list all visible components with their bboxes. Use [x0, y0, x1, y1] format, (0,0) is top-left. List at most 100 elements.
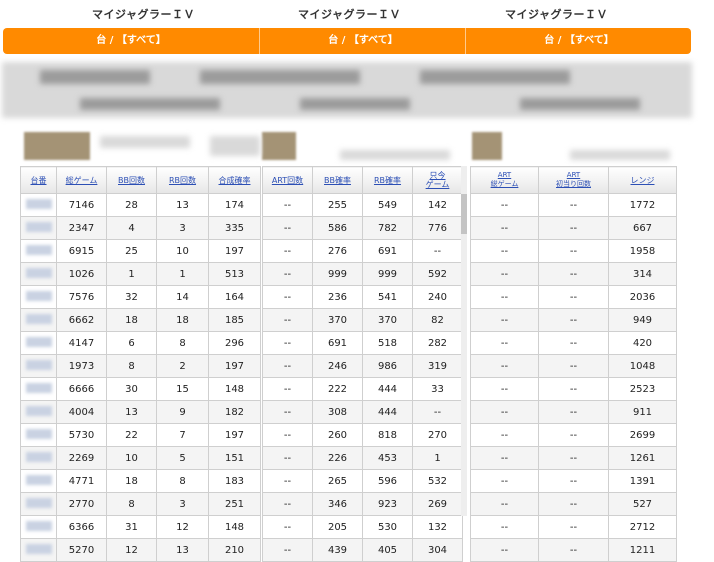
- col-header-id[interactable]: 台番: [20, 166, 57, 194]
- table-row: -- 999 999 592: [262, 262, 463, 286]
- table-cell: --: [538, 262, 609, 286]
- table-cell: 1026: [56, 262, 107, 286]
- table-cell: 13: [156, 193, 209, 217]
- machine-number-cell[interactable]: [20, 446, 57, 470]
- table-row: 2347 4 3 335: [20, 216, 261, 240]
- machine-number-cell[interactable]: [20, 377, 57, 401]
- scrollbar[interactable]: [461, 166, 467, 516]
- table-cell: 532: [412, 469, 463, 493]
- table-cell: 319: [412, 354, 463, 378]
- table-cell: 31: [106, 515, 157, 539]
- table-cell: 251: [208, 492, 261, 516]
- col-header-art-total-games[interactable]: ART 総ゲーム: [470, 166, 539, 194]
- table-row: -- 222 444 33: [262, 377, 463, 401]
- redacted-number: [25, 221, 52, 232]
- filter-button[interactable]: 台 / 【すべて】: [465, 28, 692, 54]
- table-cell: 8: [156, 331, 209, 355]
- machine-number-cell[interactable]: [20, 538, 57, 562]
- table-cell: 132: [412, 515, 463, 539]
- table-cell: 5730: [56, 423, 107, 447]
- machine-number-cell[interactable]: [20, 193, 57, 217]
- table-cell: --: [538, 446, 609, 470]
- col-header-bb-count[interactable]: BB回数: [106, 166, 157, 194]
- table-cell: 32: [106, 285, 157, 309]
- table-cell: 444: [362, 377, 413, 401]
- table-cell: 6366: [56, 515, 107, 539]
- table-cell: 2770: [56, 492, 107, 516]
- table-row: 6662 18 18 185: [20, 308, 261, 332]
- filter-button[interactable]: 台 / 【すべて】: [259, 28, 466, 54]
- table-row: -- -- 1958: [470, 239, 677, 263]
- machine-number-cell[interactable]: [20, 400, 57, 424]
- machine-number-cell[interactable]: [20, 423, 57, 447]
- table-cell: --: [470, 262, 539, 286]
- table-cell: 197: [208, 239, 261, 263]
- table-cell: --: [470, 538, 539, 562]
- table-cell: --: [262, 331, 313, 355]
- machine-number-cell[interactable]: [20, 262, 57, 286]
- table-cell: --: [538, 400, 609, 424]
- table-cell: 518: [362, 331, 413, 355]
- machine-number-cell[interactable]: [20, 239, 57, 263]
- table-cell: 439: [312, 538, 363, 562]
- table-cell: 14: [156, 285, 209, 309]
- table-cell: 4147: [56, 331, 107, 355]
- table-cell: 18: [156, 308, 209, 332]
- table-row: 4771 18 8 183: [20, 469, 261, 493]
- table-cell: 2699: [608, 423, 677, 447]
- table-cell: --: [538, 492, 609, 516]
- table-row: -- -- 1261: [470, 446, 677, 470]
- table-cell: --: [470, 423, 539, 447]
- table-row: 4004 13 9 182: [20, 400, 261, 424]
- table-cell: 240: [412, 285, 463, 309]
- table-cell: 2: [156, 354, 209, 378]
- table-cell: --: [470, 331, 539, 355]
- scrollbar-thumb[interactable]: [461, 194, 467, 234]
- machine-number-cell[interactable]: [20, 216, 57, 240]
- table-cell: 3: [156, 492, 209, 516]
- col-header-rb-count[interactable]: RB回数: [156, 166, 209, 194]
- filter-bar: 台 / 【すべて】 台 / 【すべて】 台 / 【すべて】: [3, 28, 691, 54]
- col-header-total-games[interactable]: 総ゲーム: [56, 166, 107, 194]
- table-cell: --: [470, 193, 539, 217]
- machine-number-cell[interactable]: [20, 492, 57, 516]
- table-row: 1973 8 2 197: [20, 354, 261, 378]
- table-cell: 226: [312, 446, 363, 470]
- table-cell: 185: [208, 308, 261, 332]
- col-header-range[interactable]: レンジ: [608, 166, 677, 194]
- table-cell: 2523: [608, 377, 677, 401]
- machine-number-cell[interactable]: [20, 515, 57, 539]
- table-cell: --: [262, 262, 313, 286]
- col-header-rb-rate[interactable]: RB確率: [362, 166, 413, 194]
- machine-number-cell[interactable]: [20, 331, 57, 355]
- table-row: -- -- 527: [470, 492, 677, 516]
- table-row: -- 226 453 1: [262, 446, 463, 470]
- table-row: -- 691 518 282: [262, 331, 463, 355]
- table-cell: 1: [106, 262, 157, 286]
- table-row: -- -- 1211: [470, 538, 677, 562]
- machine-number-cell[interactable]: [20, 354, 57, 378]
- col-header-current-game[interactable]: 只今 ゲーム: [412, 166, 463, 194]
- table-cell: --: [538, 469, 609, 493]
- table-cell: 148: [208, 515, 261, 539]
- col-header-bb-rate[interactable]: BB確率: [312, 166, 363, 194]
- table-cell: 82: [412, 308, 463, 332]
- table-cell: 335: [208, 216, 261, 240]
- table-row: -- 265 596 532: [262, 469, 463, 493]
- table-cell: 151: [208, 446, 261, 470]
- table-row: 6666 30 15 148: [20, 377, 261, 401]
- col-header-art-first-hits[interactable]: ART 初当り回数: [538, 166, 609, 194]
- col-header-combined-rate[interactable]: 合成確率: [208, 166, 261, 194]
- table-cell: 999: [312, 262, 363, 286]
- col-header-art-count[interactable]: ART回数: [262, 166, 313, 194]
- table-cell: 986: [362, 354, 413, 378]
- machine-number-cell[interactable]: [20, 469, 57, 493]
- table-cell: 596: [362, 469, 413, 493]
- filter-button[interactable]: 台 / 【すべて】: [3, 28, 259, 54]
- table-cell: 308: [312, 400, 363, 424]
- redacted-number: [25, 267, 52, 278]
- machine-number-cell[interactable]: [20, 285, 57, 309]
- machine-number-cell[interactable]: [20, 308, 57, 332]
- table-cell: 4: [106, 216, 157, 240]
- table-cell: 304: [412, 538, 463, 562]
